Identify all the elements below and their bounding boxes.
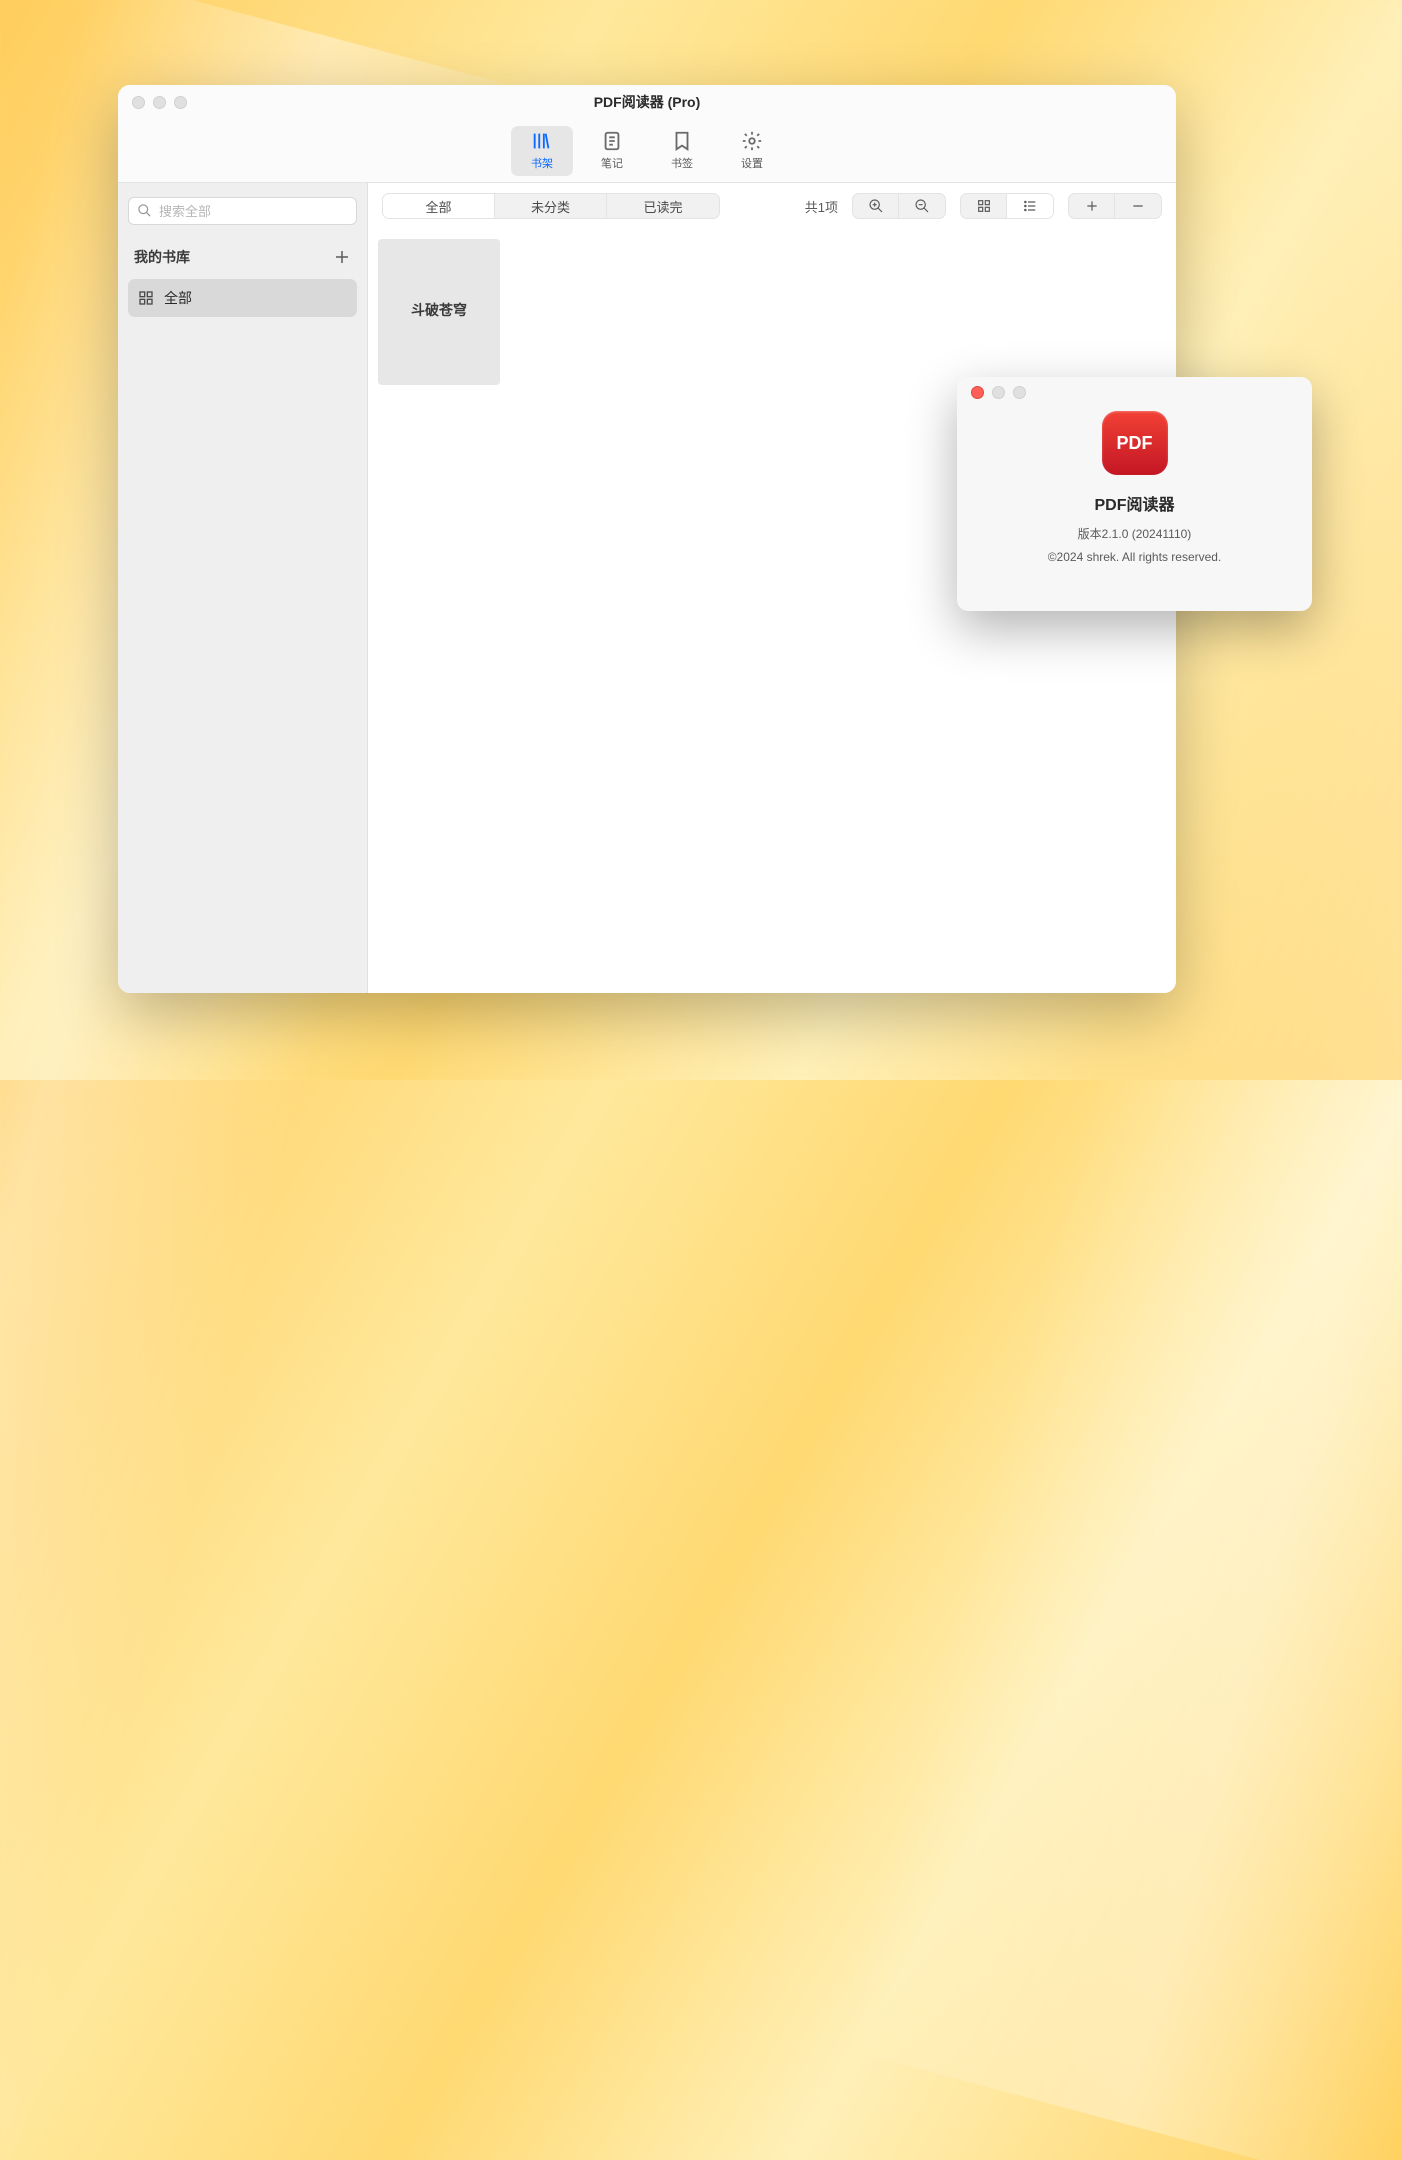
app-icon: PDF <box>1102 411 1168 475</box>
library-header: 我的书库 <box>128 247 357 267</box>
tab-library-label: 书架 <box>531 155 553 171</box>
about-titlebar <box>957 377 1312 407</box>
window-title: PDF阅读器 (Pro) <box>594 92 701 112</box>
segment-unsorted[interactable]: 未分类 <box>495 194 607 218</box>
search-input[interactable] <box>128 197 357 225</box>
sidebar-item-all[interactable]: 全部 <box>128 279 357 317</box>
add-library-button[interactable] <box>333 248 351 266</box>
traffic-lights <box>132 96 187 109</box>
gear-icon <box>741 130 763 152</box>
about-zoom-button[interactable] <box>1013 386 1026 399</box>
about-copyright: ©2024 shrek. All rights reserved. <box>1048 550 1222 564</box>
tab-library[interactable]: 书架 <box>511 126 573 176</box>
zoom-in-button[interactable] <box>853 194 899 218</box>
tab-bookmarks-label: 书签 <box>671 155 693 171</box>
book-item[interactable]: 斗破苍穹 <box>378 239 500 385</box>
book-grid: 斗破苍穹 <box>368 229 1176 993</box>
about-version: 版本2.1.0 (20241110) <box>1078 525 1192 542</box>
tab-notes-label: 笔记 <box>601 155 623 171</box>
grid-view-button[interactable] <box>961 194 1007 218</box>
tab-notes[interactable]: 笔记 <box>581 126 643 176</box>
about-window: PDF PDF阅读器 版本2.1.0 (20241110) ©2024 shre… <box>957 377 1312 611</box>
notes-icon <box>601 130 623 152</box>
view-controls <box>960 193 1054 219</box>
segment-finished[interactable]: 已读完 <box>607 194 719 218</box>
filter-segment: 全部 未分类 已读完 <box>382 193 720 219</box>
about-body: PDF PDF阅读器 版本2.1.0 (20241110) ©2024 shre… <box>957 407 1312 584</box>
toolbar: 书架 笔记 书签 设置 <box>118 119 1176 183</box>
segment-all[interactable]: 全部 <box>383 194 495 218</box>
add-remove-controls <box>1068 193 1162 219</box>
list-view-button[interactable] <box>1007 194 1053 218</box>
tab-bookmarks[interactable]: 书签 <box>651 126 713 176</box>
close-button[interactable] <box>132 96 145 109</box>
app-icon-text: PDF <box>1117 433 1153 454</box>
remove-button[interactable] <box>1115 194 1161 218</box>
minimize-button[interactable] <box>153 96 166 109</box>
about-app-name: PDF阅读器 <box>1094 491 1174 515</box>
filter-bar: 全部 未分类 已读完 共1项 <box>368 183 1176 229</box>
zoom-controls <box>852 193 946 219</box>
add-button[interactable] <box>1069 194 1115 218</box>
book-title: 斗破苍穹 <box>378 300 500 320</box>
about-minimize-button[interactable] <box>992 386 1005 399</box>
tab-settings-label: 设置 <box>741 155 763 171</box>
sidebar: 我的书库 全部 <box>118 183 368 993</box>
grid-icon <box>138 290 154 306</box>
titlebar: PDF阅读器 (Pro) <box>118 85 1176 119</box>
tab-settings[interactable]: 设置 <box>721 126 783 176</box>
zoom-button[interactable] <box>174 96 187 109</box>
library-header-label: 我的书库 <box>134 247 190 267</box>
item-count: 共1项 <box>805 197 838 216</box>
search-icon <box>137 203 152 218</box>
zoom-out-button[interactable] <box>899 194 945 218</box>
search-container <box>128 197 357 225</box>
about-close-button[interactable] <box>971 386 984 399</box>
bookmark-icon <box>671 130 693 152</box>
sidebar-item-label: 全部 <box>164 288 192 308</box>
library-icon <box>531 130 553 152</box>
